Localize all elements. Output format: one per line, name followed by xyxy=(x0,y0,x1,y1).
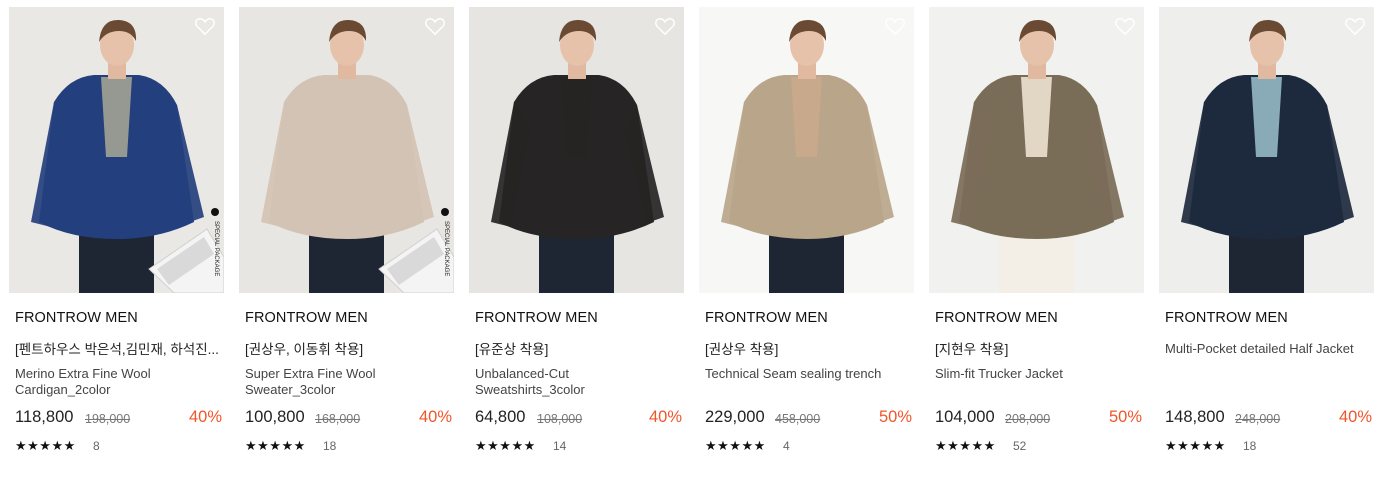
product-brand[interactable]: FRONTROW MEN xyxy=(1165,310,1288,326)
discount-rate: 40% xyxy=(1338,408,1372,426)
heart-outline-icon[interactable] xyxy=(654,16,676,36)
star-icon: ★★★★★ xyxy=(15,438,76,453)
product-brand[interactable]: FRONTROW MEN xyxy=(705,310,828,326)
original-price: 108,000 xyxy=(537,412,583,426)
sale-price: 100,800 xyxy=(245,408,305,426)
product-image[interactable] xyxy=(929,7,1144,293)
product-name[interactable]: Multi-Pocket detailed Half Jacket xyxy=(1165,341,1365,357)
product-name[interactable]: Slim-fit Trucker Jacket xyxy=(935,366,1135,382)
sale-price: 118,800 xyxy=(15,408,74,426)
product-brand[interactable]: FRONTROW MEN xyxy=(935,310,1058,326)
original-price: 168,000 xyxy=(315,412,361,426)
price-row: 118,800 198,000 40% xyxy=(15,408,222,430)
product-name[interactable]: Merino Extra Fine Wool Cardigan_2color xyxy=(15,366,215,398)
heart-outline-icon[interactable] xyxy=(1344,16,1366,36)
product-tag[interactable]: [펜트하우스 박은석,김민재, 하석진... xyxy=(15,338,220,358)
product-tag[interactable]: [유준상 착용] xyxy=(475,338,680,358)
product-image[interactable]: SPECIAL PACKAGE xyxy=(9,7,224,293)
star-icon: ★★★★★ xyxy=(1165,438,1226,453)
product-image[interactable]: SPECIAL PACKAGE xyxy=(239,7,454,293)
product-photo xyxy=(1159,7,1374,293)
price-row: 104,000 208,000 50% xyxy=(935,408,1142,430)
sale-price: 104,000 xyxy=(935,408,995,426)
product-photo xyxy=(469,7,684,293)
product-tag[interactable]: [권상우, 이동휘 착용] xyxy=(245,338,450,358)
product-name[interactable]: Super Extra Fine Wool Sweater_3color xyxy=(245,366,445,398)
product-card[interactable]: FRONTROW MEN Multi-Pocket detailed Half J… xyxy=(1159,7,1374,477)
heart-outline-icon[interactable] xyxy=(194,16,216,36)
product-card[interactable]: SPECIAL PACKAGE FRONTROW MEN [권상우, 이동휘 착용]… xyxy=(239,7,454,477)
review-count: 52 xyxy=(1013,439,1027,453)
sale-price: 229,000 xyxy=(705,408,765,426)
product-name[interactable]: Unbalanced-Cut Sweatshirts_3color xyxy=(475,366,675,398)
product-card[interactable]: FRONTROW MEN [유준상 착용] Unbalanced-Cut Sweat… xyxy=(469,7,684,477)
product-card[interactable]: FRONTROW MEN [지현우 착용] Slim-fit Trucker Jac… xyxy=(929,7,1144,477)
review-count: 18 xyxy=(1243,439,1257,453)
product-photo: SPECIAL PACKAGE xyxy=(9,7,224,293)
discount-rate: 40% xyxy=(648,408,682,426)
original-price: 248,000 xyxy=(1235,412,1281,426)
heart-outline-icon[interactable] xyxy=(884,16,906,36)
product-brand[interactable]: FRONTROW MEN xyxy=(475,310,598,326)
price-row: 229,000 458,000 50% xyxy=(705,408,912,430)
product-card[interactable]: SPECIAL PACKAGE FRONTROW MEN [펜트하우스 박은석,김민… xyxy=(9,7,224,477)
product-tag[interactable]: [지현우 착용] xyxy=(935,338,1140,358)
heart-outline-icon[interactable] xyxy=(1114,16,1136,36)
product-brand[interactable]: FRONTROW MEN xyxy=(245,310,368,326)
review-count: 18 xyxy=(323,439,337,453)
review-count: 4 xyxy=(783,439,790,453)
special-package-label: SPECIAL PACKAGE xyxy=(213,221,219,276)
discount-rate: 50% xyxy=(878,408,912,426)
product-photo: SPECIAL PACKAGE xyxy=(239,7,454,293)
star-icon: ★★★★★ xyxy=(245,438,306,453)
discount-rate: 40% xyxy=(418,408,452,426)
product-tag[interactable]: [권상우 착용] xyxy=(705,338,910,358)
product-grid: SPECIAL PACKAGE FRONTROW MEN [펜트하우스 박은석,김민… xyxy=(9,7,1381,487)
product-name[interactable]: Technical Seam sealing trench xyxy=(705,366,905,382)
special-package-label: SPECIAL PACKAGE xyxy=(443,221,449,276)
star-icon: ★★★★★ xyxy=(935,438,996,453)
star-icon: ★★★★★ xyxy=(475,438,536,453)
original-price: 198,000 xyxy=(85,412,131,426)
original-price: 208,000 xyxy=(1005,412,1051,426)
product-image[interactable] xyxy=(1159,7,1374,293)
product-brand[interactable]: FRONTROW MEN xyxy=(15,310,138,326)
star-icon: ★★★★★ xyxy=(705,438,766,453)
sale-price: 64,800 xyxy=(475,408,526,426)
sale-price: 148,800 xyxy=(1165,408,1225,426)
review-count: 8 xyxy=(93,439,100,453)
product-image[interactable] xyxy=(699,7,914,293)
heart-outline-icon[interactable] xyxy=(424,16,446,36)
product-image[interactable] xyxy=(469,7,684,293)
discount-rate: 50% xyxy=(1108,408,1142,426)
price-row: 100,800 168,000 40% xyxy=(245,408,452,430)
price-row: 64,800 108,000 40% xyxy=(475,408,682,430)
product-photo xyxy=(929,7,1144,293)
product-photo xyxy=(699,7,914,293)
original-price: 458,000 xyxy=(775,412,821,426)
discount-rate: 40% xyxy=(188,408,222,426)
review-count: 14 xyxy=(553,439,567,453)
price-row: 148,800 248,000 40% xyxy=(1165,408,1372,430)
product-card[interactable]: FRONTROW MEN [권상우 착용] Technical Seam seali… xyxy=(699,7,914,477)
